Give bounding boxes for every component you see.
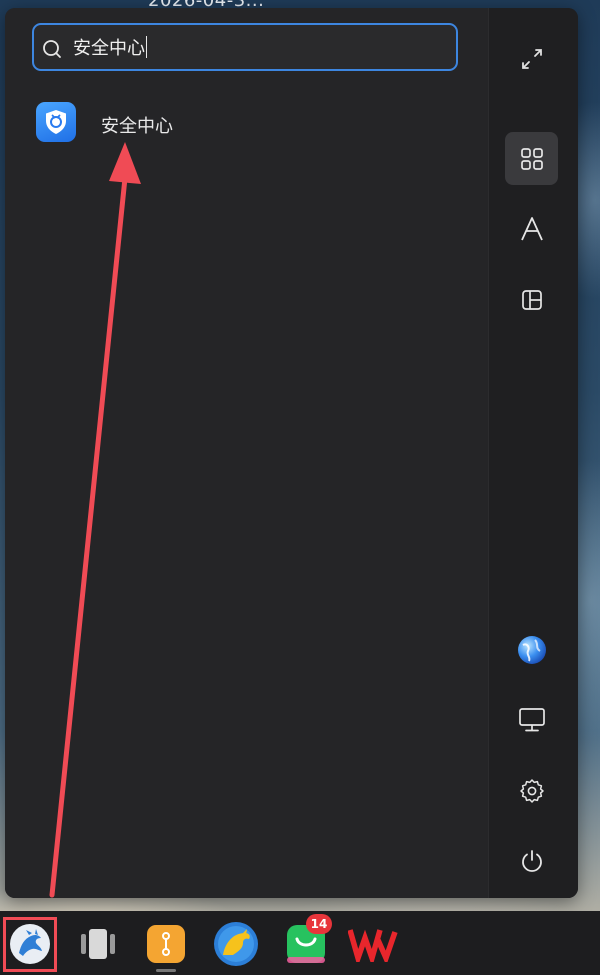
taskbar: 14 — [0, 911, 600, 975]
transfer-app-icon — [147, 925, 185, 963]
browser-app-button[interactable] — [210, 918, 262, 970]
fullscreen-icon — [521, 48, 542, 69]
search-query: 安全中心 — [73, 38, 145, 59]
power-icon — [521, 849, 542, 872]
browser-button[interactable] — [505, 623, 558, 676]
browser-app-icon — [214, 922, 258, 966]
transfer-app-button[interactable] — [140, 918, 192, 970]
letter-sort-button[interactable] — [505, 202, 558, 255]
power-button[interactable] — [505, 834, 558, 887]
monitor-icon — [518, 707, 545, 731]
start-menu-button[interactable] — [4, 918, 56, 970]
wps-icon — [348, 929, 398, 962]
all-apps-grid-icon — [520, 147, 543, 170]
search-icon — [43, 40, 61, 58]
notification-badge: 14 — [306, 914, 332, 934]
text-caret — [146, 36, 147, 58]
start-menu: 安全中心 安全中心 — [5, 8, 578, 898]
multitask-view-button[interactable] — [72, 918, 124, 970]
fullscreen-button[interactable] — [505, 32, 558, 85]
start-menu-sidebar — [488, 8, 578, 898]
result-label: 安全中心 — [101, 116, 173, 137]
settings-button[interactable] — [505, 764, 558, 817]
start-menu-main: 安全中心 安全中心 — [5, 8, 488, 898]
wps-app-button[interactable] — [347, 918, 399, 970]
display-button[interactable] — [505, 693, 558, 746]
category-layout-icon — [521, 289, 542, 310]
running-indicator — [156, 969, 176, 972]
letter-sort-icon — [520, 216, 543, 240]
search-result-item[interactable]: 安全中心 — [21, 93, 461, 153]
settings-gear-icon — [519, 778, 544, 803]
all-apps-button[interactable] — [505, 132, 558, 185]
multitask-view-icon — [81, 929, 115, 959]
category-view-button[interactable] — [505, 273, 558, 326]
shield-icon — [36, 102, 76, 142]
search-input[interactable]: 安全中心 — [32, 23, 458, 71]
system-menu-icon — [10, 924, 50, 964]
browser-globe-icon — [517, 635, 546, 664]
